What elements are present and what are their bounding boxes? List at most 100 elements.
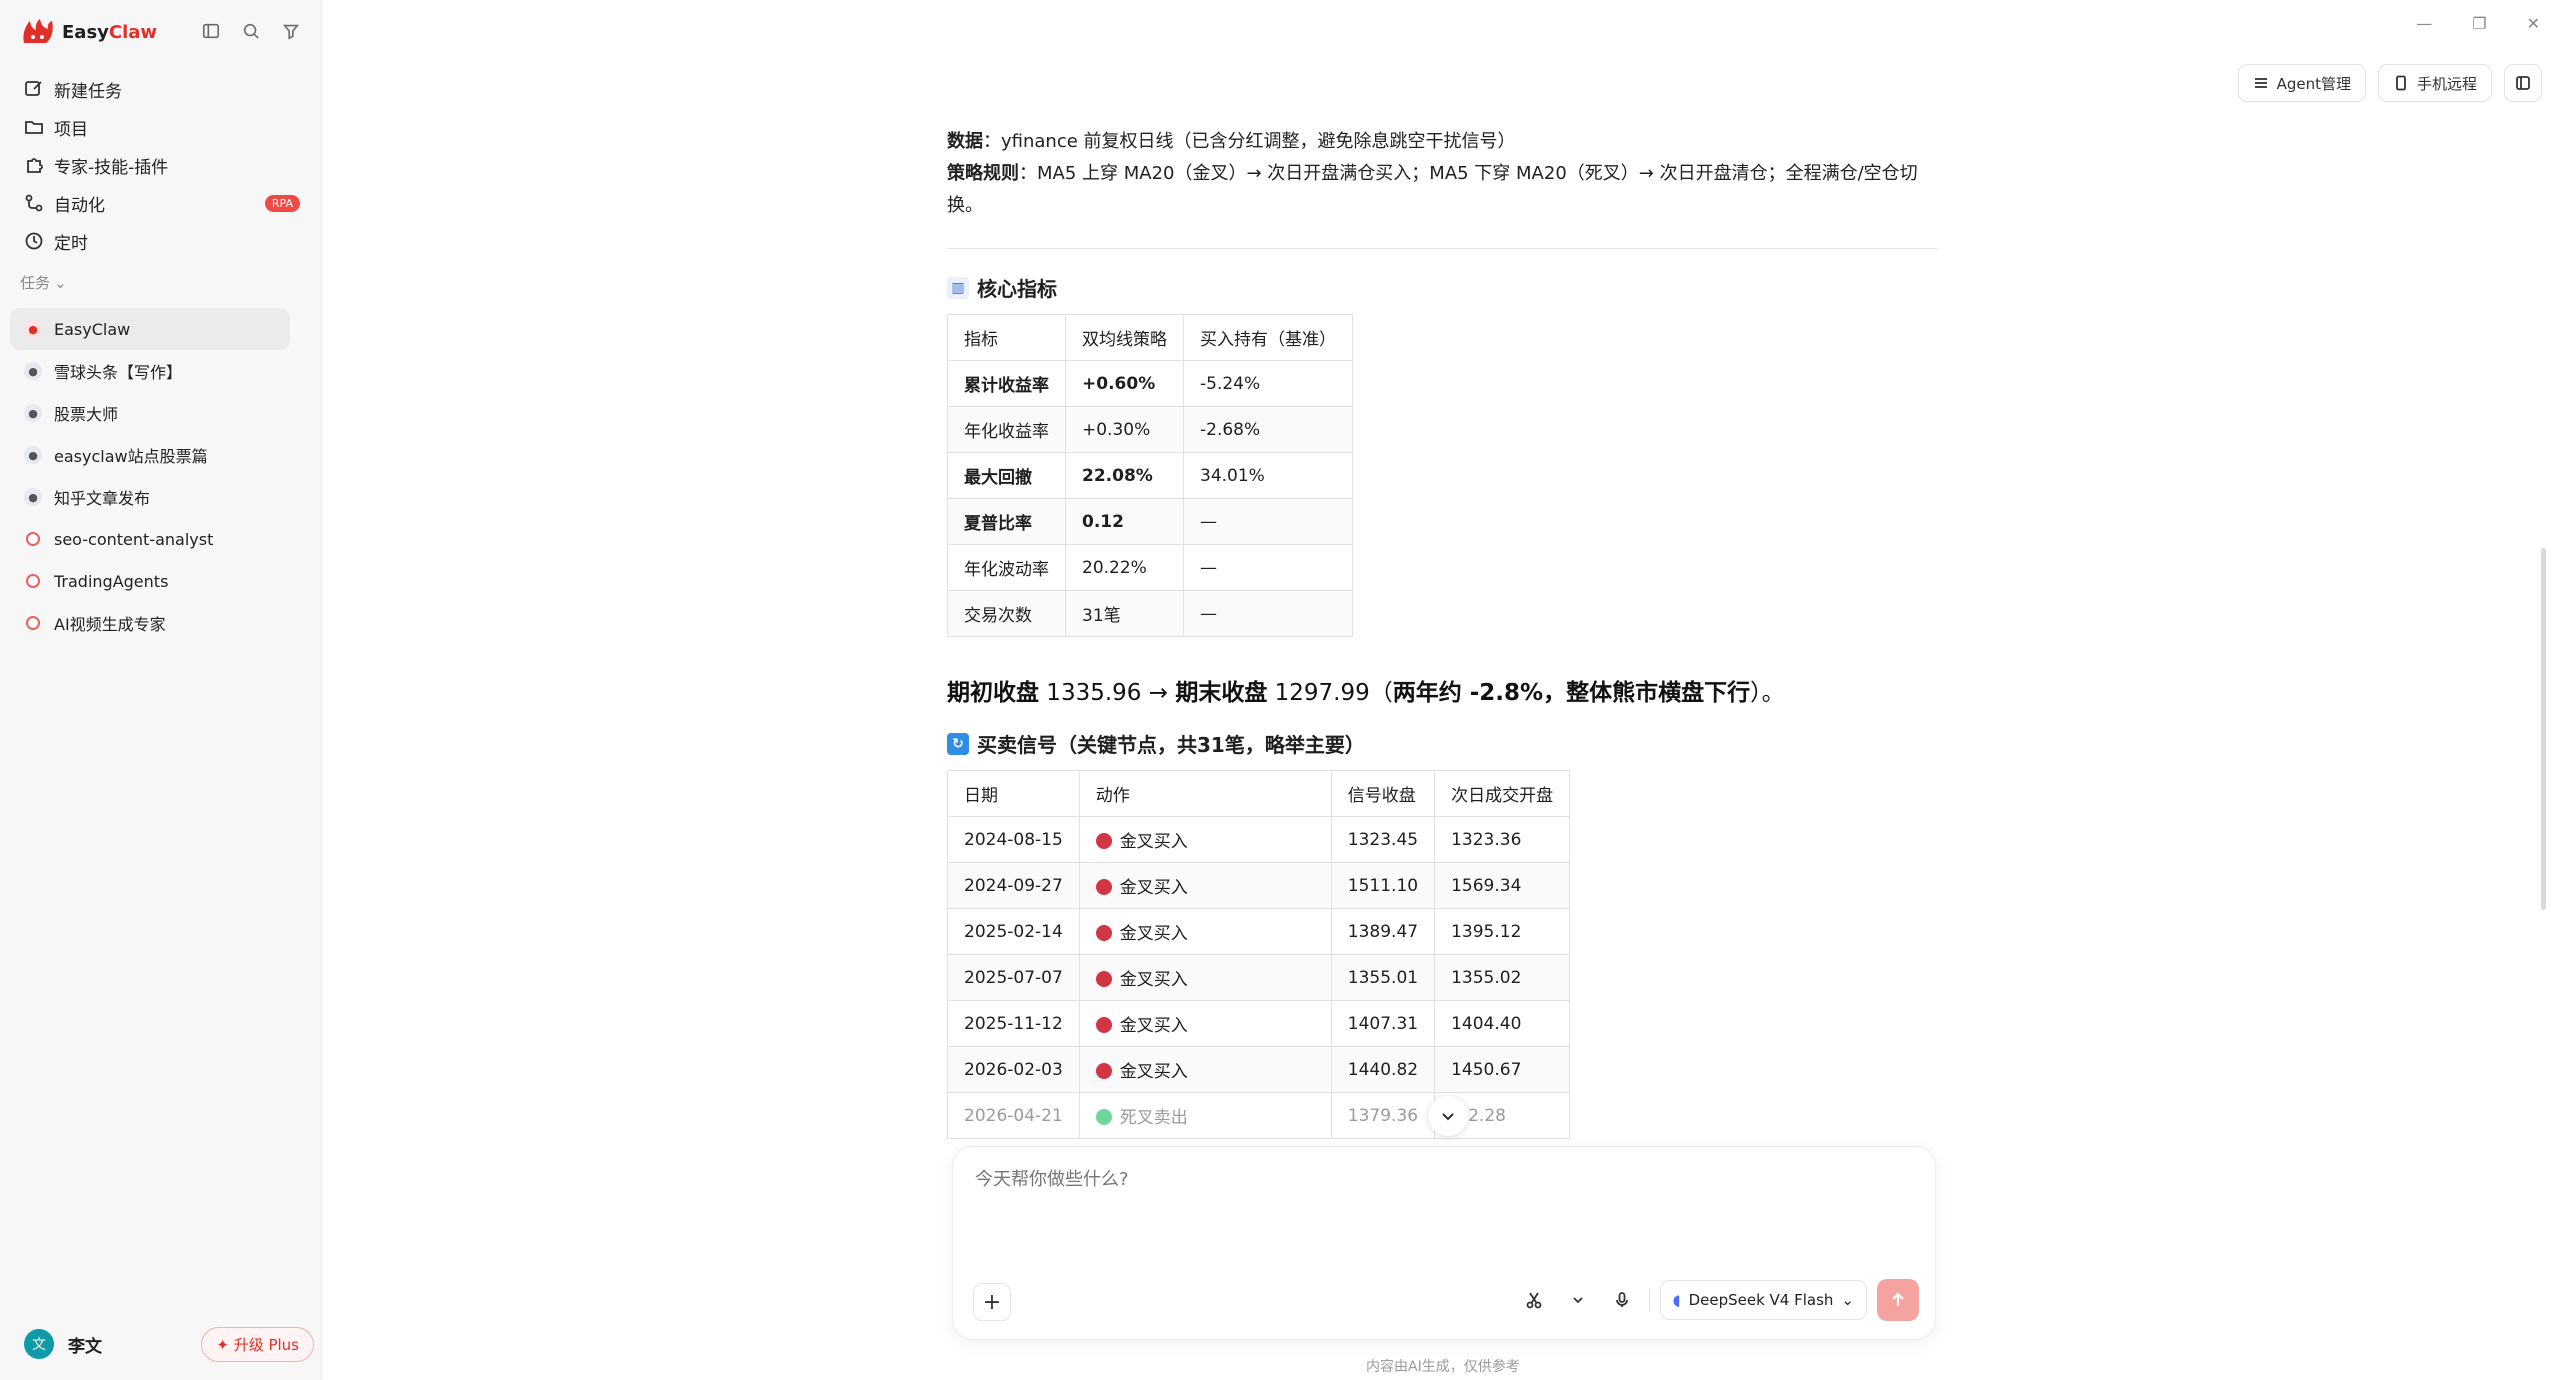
nav-item-new-task[interactable]: 新建任务: [14, 70, 310, 108]
summary-part: 1335.96 →: [1039, 680, 1176, 706]
search-icon[interactable]: [240, 20, 262, 42]
task-item[interactable]: TradingAgents: [10, 560, 290, 602]
red-circle-icon: [1095, 1017, 1112, 1033]
scissors-button[interactable]: [1517, 1281, 1551, 1319]
divider: [1648, 1289, 1650, 1311]
table-cell: 1395.12: [1434, 908, 1571, 955]
model-selector[interactable]: ◖ DeepSeek V4 Flash ⌄: [1659, 1280, 1867, 1320]
table-cell: 金叉买入: [1078, 1046, 1332, 1093]
scrollbar[interactable]: [2541, 548, 2546, 910]
task-item[interactable]: AI视频生成专家: [10, 602, 290, 644]
composer-tools: ◖ DeepSeek V4 Flash ⌄: [1517, 1279, 1919, 1321]
top-actions: Agent管理 手机远程: [2237, 64, 2542, 102]
task-label: easyclaw站点股票篇: [54, 447, 208, 466]
close-icon[interactable]: ✕: [2527, 14, 2540, 33]
red-circle-icon: [1095, 879, 1112, 895]
phone-remote-button[interactable]: 手机远程: [2377, 64, 2492, 102]
table-cell: +0.60%: [1065, 360, 1184, 407]
restore-icon[interactable]: ❐: [2472, 14, 2486, 33]
rule-label: 策略规则: [947, 163, 1019, 184]
user-row: 文 李文 ✦ 升级 Plus: [24, 1326, 314, 1362]
tasks-section-toggle[interactable]: 任务 ⌄: [20, 272, 67, 293]
table-row: 年化收益率 +0.30% -2.68%: [947, 406, 1353, 453]
agent-dot-icon: [26, 532, 40, 546]
table-cell: 累计收益率: [947, 360, 1066, 407]
core-metrics-title: 核心指标: [977, 277, 1057, 301]
core-metrics-table: 指标 双均线策略 买入持有（基准） 累计收益率 +0.60% -5.24% 年化收益…: [947, 314, 1353, 637]
minimize-icon[interactable]: —: [2416, 14, 2432, 33]
table-cell: 2024-09-27: [947, 862, 1080, 909]
filter-icon[interactable]: [280, 20, 302, 42]
task-label: seo-content-analyst: [54, 529, 214, 549]
avatar[interactable]: 文: [24, 1329, 54, 1359]
tasks-section-label: 任务: [20, 274, 51, 292]
divider: [947, 248, 1937, 249]
upgrade-label: 升级 Plus: [233, 1335, 299, 1354]
table-cell: 金叉买入: [1078, 816, 1332, 863]
task-item[interactable]: ● 知乎文章发布: [10, 476, 290, 518]
table-cell: 1389.47: [1330, 908, 1436, 955]
table-cell: 1323.36: [1434, 816, 1571, 863]
nav-label: 自动化: [54, 195, 105, 216]
task-label: EasyClaw: [54, 319, 131, 339]
red-circle-icon: [1095, 833, 1112, 849]
tool-options-dropdown[interactable]: [1561, 1281, 1595, 1319]
table-cell: 年化收益率: [947, 406, 1066, 453]
table-cell: 夏普比率: [947, 498, 1066, 545]
nav-item-schedule[interactable]: 定时: [14, 222, 310, 260]
toggle-panel-button[interactable]: [2504, 64, 2542, 102]
brand-name-part-a: Easy: [62, 21, 109, 43]
rpa-badge: RPA: [264, 194, 300, 212]
task-item[interactable]: ● EasyClaw: [10, 308, 290, 350]
microphone-button[interactable]: [1605, 1281, 1639, 1319]
task-item[interactable]: seo-content-analyst: [10, 518, 290, 560]
red-circle-icon: [1095, 925, 1112, 941]
upgrade-button[interactable]: ✦ 升级 Plus: [201, 1326, 314, 1362]
agent-management-button[interactable]: Agent管理: [2237, 64, 2366, 102]
nav-item-experts[interactable]: 专家-技能-插件: [14, 146, 310, 184]
attach-button[interactable]: +: [973, 1283, 1011, 1321]
table-cell: 死叉卖出: [1078, 1092, 1332, 1139]
table-cell: 2024-08-15: [947, 816, 1080, 863]
red-circle-icon: [1095, 1063, 1112, 1079]
table-cell: 1450.67: [1434, 1046, 1571, 1093]
task-item[interactable]: ● 股票大师: [10, 392, 290, 434]
table-cell: 1511.10: [1330, 862, 1436, 909]
table-row: 2026-04-21 死叉卖出 1379.36 …2.28: [947, 1092, 1571, 1139]
table-cell: 2026-04-21: [947, 1092, 1080, 1139]
red-circle-icon: [1095, 971, 1112, 987]
task-item[interactable]: ● 雪球头条【写作】: [10, 350, 290, 392]
window-controls: — ❐ ✕: [2416, 14, 2540, 33]
table-cell: 金叉买入: [1078, 862, 1332, 909]
deepseek-whale-icon: ◖: [1672, 1291, 1681, 1309]
signals-table: 日期 动作 信号收盘 次日成交开盘 2024-08-15 金叉买入 1323.45 1…: [947, 770, 1571, 1139]
action-label: 死叉卖出: [1119, 1108, 1188, 1128]
chevron-down-icon: [1442, 1113, 1454, 1121]
table-row: 累计收益率 +0.60% -5.24%: [947, 360, 1353, 407]
brand: EasyClaw: [20, 16, 157, 48]
action-label: 金叉买入: [1119, 832, 1188, 852]
nav-item-projects[interactable]: 项目: [14, 108, 310, 146]
microphone-icon: [1615, 1292, 1628, 1307]
rule-paragraph: 策略规则：MA5 上穿 MA20（金叉）→ 次日开盘满仓买入；MA5 下穿 MA…: [947, 158, 1937, 222]
nav-item-automation[interactable]: 自动化 RPA: [14, 184, 310, 222]
table-cell: 年化波动率: [947, 544, 1066, 591]
scroll-to-bottom-button[interactable]: [1428, 1096, 1468, 1136]
summary-line: 期初收盘 1335.96 → 期末收盘 1297.99（两年约 -2.8%，整体…: [947, 673, 1937, 707]
chevron-down-icon: ⌄: [1841, 1291, 1854, 1309]
table-cell: -2.68%: [1183, 406, 1353, 453]
table-cell: 2025-02-14: [947, 908, 1080, 955]
send-button[interactable]: [1877, 1279, 1919, 1321]
toggle-sidebar-icon[interactable]: [200, 20, 222, 42]
table-row: 交易次数 31笔 —: [947, 590, 1353, 637]
task-item[interactable]: ● easyclaw站点股票篇: [10, 434, 290, 476]
summary-part: 期初收盘: [947, 680, 1039, 706]
chat-input[interactable]: [975, 1169, 1875, 1190]
sidebar-toolbar: [200, 20, 302, 42]
person-avatar-icon: ●: [24, 488, 42, 506]
table-header: 次日成交开盘: [1434, 770, 1571, 817]
table-header: 动作: [1078, 770, 1332, 817]
table-cell: 1379.36: [1330, 1092, 1436, 1139]
task-label: TradingAgents: [54, 571, 169, 591]
table-row: 2026-02-03 金叉买入 1440.82 1450.67: [947, 1046, 1571, 1093]
